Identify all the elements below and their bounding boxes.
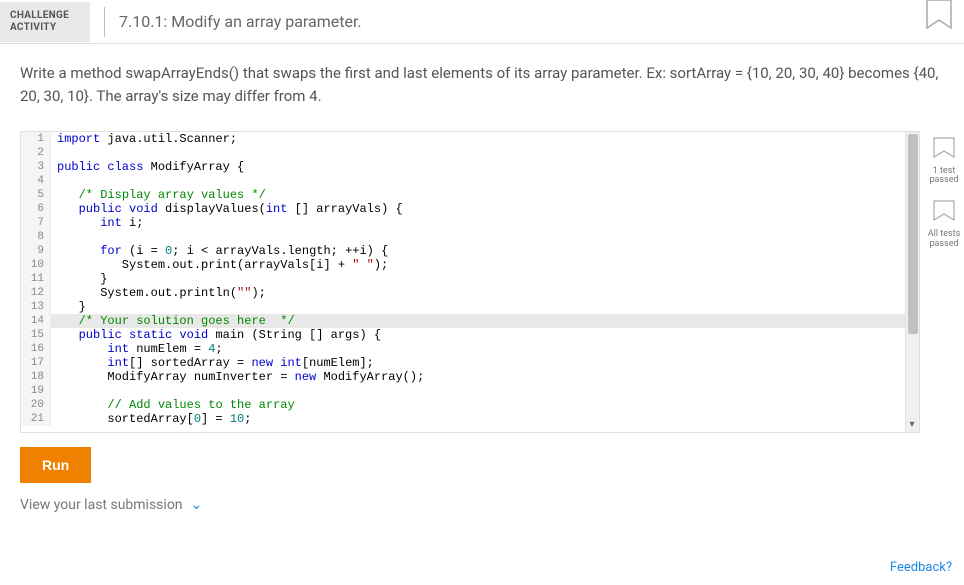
line-number: 19 — [21, 384, 51, 398]
code-line-12[interactable]: 12 System.out.println(""); — [21, 286, 919, 300]
activity-description: Write a method swapArrayEnds() that swap… — [0, 44, 964, 131]
line-number: 6 — [21, 202, 51, 216]
code-line-11[interactable]: 11 } — [21, 272, 919, 286]
view-last-submission-label: View your last submission — [20, 497, 183, 513]
code-line-17[interactable]: 17 int[] sortedArray = new int[numElem]; — [21, 356, 919, 370]
line-number: 9 — [21, 244, 51, 258]
code-line-20[interactable]: 20 // Add values to the array — [21, 398, 919, 412]
code-line-19[interactable]: 19 — [21, 384, 919, 398]
code-line-5[interactable]: 5 /* Display array values */ — [21, 188, 919, 202]
code-line-3[interactable]: 3public class ModifyArray { — [21, 160, 919, 174]
code-text[interactable]: System.out.println(""); — [51, 286, 266, 300]
code-text[interactable]: /* Your solution goes here */ — [51, 314, 295, 328]
one-test-label: 1 test passed — [929, 167, 958, 187]
code-text[interactable]: for (i = 0; i < arrayVals.length; ++i) { — [51, 244, 388, 258]
run-button[interactable]: Run — [20, 447, 91, 483]
activity-label-line2: ACTIVITY — [10, 22, 80, 34]
code-line-8[interactable]: 8 — [21, 230, 919, 244]
line-number: 16 — [21, 342, 51, 356]
code-text[interactable]: sortedArray[0] = 10; — [51, 412, 251, 426]
code-text[interactable]: // Add values to the array — [51, 398, 295, 412]
code-editor[interactable]: 1import java.util.Scanner;23public class… — [20, 131, 920, 433]
code-text[interactable]: System.out.print(arrayVals[i] + " "); — [51, 258, 388, 272]
line-number: 4 — [21, 174, 51, 188]
line-number: 8 — [21, 230, 51, 244]
line-number: 15 — [21, 328, 51, 342]
line-number: 18 — [21, 370, 51, 384]
code-text[interactable]: public void displayValues(int [] arrayVa… — [51, 202, 403, 216]
all-tests-badge: All tests passed — [928, 200, 960, 250]
activity-title: 7.10.1: Modify an array parameter. — [119, 12, 362, 31]
bookmark-icon[interactable] — [926, 0, 952, 34]
line-number: 10 — [21, 258, 51, 272]
chevron-down-icon: ⌄ — [191, 497, 203, 513]
activity-label: CHALLENGE ACTIVITY — [0, 2, 90, 42]
line-number: 21 — [21, 412, 51, 426]
scroll-down-icon[interactable]: ▾ — [905, 418, 919, 432]
code-text[interactable]: ModifyArray numInverter = new ModifyArra… — [51, 370, 424, 384]
code-line-7[interactable]: 7 int i; — [21, 216, 919, 230]
code-line-4[interactable]: 4 — [21, 174, 919, 188]
scrollbar-track[interactable]: ▴ ▾ — [905, 132, 919, 432]
code-line-2[interactable]: 2 — [21, 146, 919, 160]
line-number: 11 — [21, 272, 51, 286]
code-line-16[interactable]: 16 int numElem = 4; — [21, 342, 919, 356]
line-number: 20 — [21, 398, 51, 412]
code-text[interactable]: } — [51, 272, 107, 286]
code-line-6[interactable]: 6 public void displayValues(int [] array… — [21, 202, 919, 216]
header: CHALLENGE ACTIVITY 7.10.1: Modify an arr… — [0, 0, 964, 44]
feedback-link[interactable]: Feedback? — [890, 560, 952, 575]
code-text[interactable]: int numElem = 4; — [51, 342, 223, 356]
header-divider — [104, 7, 105, 37]
code-text[interactable]: } — [51, 300, 86, 314]
code-line-13[interactable]: 13 } — [21, 300, 919, 314]
code-text[interactable]: public static void main (String [] args)… — [51, 328, 381, 342]
line-number: 7 — [21, 216, 51, 230]
code-text[interactable]: int[] sortedArray = new int[numElem]; — [51, 356, 374, 370]
code-line-14[interactable]: 14 /* Your solution goes here */ — [21, 314, 919, 328]
line-number: 17 — [21, 356, 51, 370]
line-number: 5 — [21, 188, 51, 202]
code-line-15[interactable]: 15 public static void main (String [] ar… — [21, 328, 919, 342]
view-last-submission[interactable]: View your last submission ⌄ — [0, 497, 964, 513]
line-number: 12 — [21, 286, 51, 300]
code-text[interactable]: import java.util.Scanner; — [51, 132, 237, 146]
scrollbar-thumb[interactable] — [908, 134, 918, 334]
code-text[interactable]: int i; — [51, 216, 143, 230]
code-line-18[interactable]: 18 ModifyArray numInverter = new ModifyA… — [21, 370, 919, 384]
line-number: 2 — [21, 146, 51, 160]
line-number: 1 — [21, 132, 51, 146]
code-line-1[interactable]: 1import java.util.Scanner; — [21, 132, 919, 146]
code-text[interactable]: /* Display array values */ — [51, 188, 266, 202]
line-number: 14 — [21, 314, 51, 328]
code-text[interactable]: public class ModifyArray { — [51, 160, 244, 174]
one-test-badge: 1 test passed — [929, 137, 958, 187]
activity-label-line1: CHALLENGE — [10, 10, 80, 22]
line-number: 3 — [21, 160, 51, 174]
code-line-10[interactable]: 10 System.out.print(arrayVals[i] + " "); — [21, 258, 919, 272]
code-line-9[interactable]: 9 for (i = 0; i < arrayVals.length; ++i)… — [21, 244, 919, 258]
line-number: 13 — [21, 300, 51, 314]
code-line-21[interactable]: 21 sortedArray[0] = 10; — [21, 412, 919, 426]
all-tests-label: All tests passed — [928, 230, 960, 250]
